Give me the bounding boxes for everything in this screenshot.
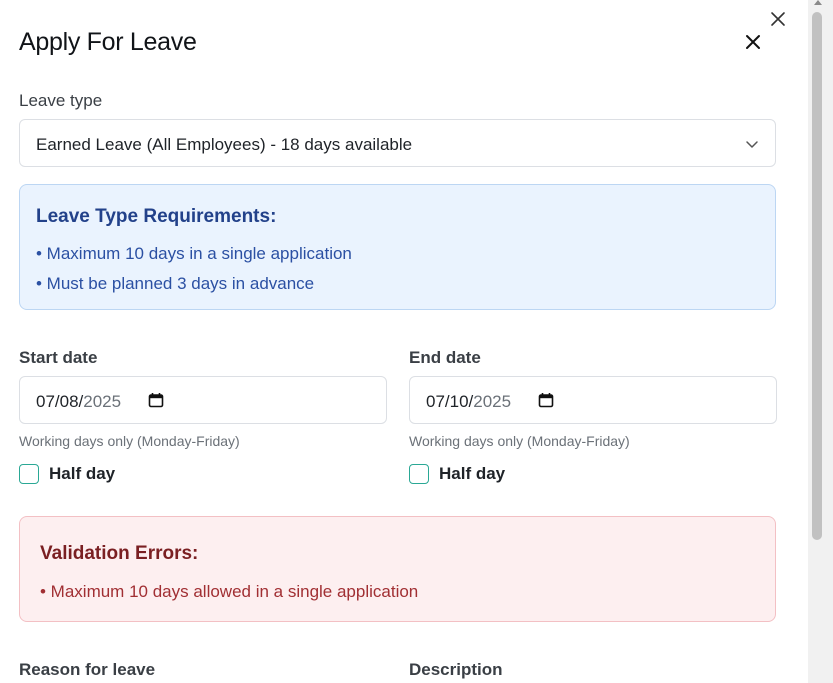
reason-label: Reason for leave — [19, 660, 156, 679]
start-date-input[interactable]: 07/08/2025 — [19, 376, 387, 424]
requirements-heading: Leave Type Requirements: — [36, 206, 277, 227]
start-date-label: Start date — [19, 348, 98, 367]
close-icon[interactable] — [743, 32, 763, 52]
validation-errors-box: Validation Errors: • Maximum 10 days all… — [19, 516, 776, 622]
scrollbar-thumb[interactable] — [812, 12, 822, 540]
end-date-input[interactable]: 07/10/2025 — [409, 376, 777, 424]
start-half-day-label[interactable]: Half day — [49, 464, 115, 484]
calendar-icon[interactable] — [538, 392, 554, 408]
end-date-value: 07/10/2025 — [426, 392, 512, 411]
validation-heading: Validation Errors: — [40, 543, 199, 564]
close-icon[interactable] — [768, 9, 788, 29]
description-label: Description — [409, 660, 503, 679]
end-half-day-label[interactable]: Half day — [439, 464, 505, 484]
dialog-title: Apply For Leave — [19, 28, 197, 56]
leave-type-value: Earned Leave (All Employees) - 18 days a… — [36, 135, 413, 154]
leave-type-select[interactable]: Earned Leave (All Employees) - 18 days a… — [19, 119, 776, 167]
requirement-item: • Maximum 10 days in a single applicatio… — [36, 244, 352, 263]
requirement-item: • Must be planned 3 days in advance — [36, 274, 315, 293]
start-half-day-checkbox[interactable] — [19, 464, 39, 484]
validation-error-item: • Maximum 10 days allowed in a single ap… — [40, 582, 419, 601]
chevron-down-icon — [746, 141, 758, 148]
start-date-hint: Working days only (Monday-Friday) — [19, 433, 240, 449]
end-half-day-checkbox[interactable] — [409, 464, 429, 484]
apply-leave-dialog: Apply For Leave Leave type Earned Leave … — [0, 0, 808, 683]
end-date-hint: Working days only (Monday-Friday) — [409, 433, 630, 449]
leave-requirements-box: Leave Type Requirements: • Maximum 10 da… — [19, 184, 776, 310]
end-date-label: End date — [409, 348, 481, 367]
scroll-up-arrow-icon[interactable] — [814, 0, 822, 5]
calendar-icon[interactable] — [148, 392, 164, 408]
start-date-value: 07/08/2025 — [36, 392, 122, 411]
leave-type-label: Leave type — [19, 91, 103, 110]
